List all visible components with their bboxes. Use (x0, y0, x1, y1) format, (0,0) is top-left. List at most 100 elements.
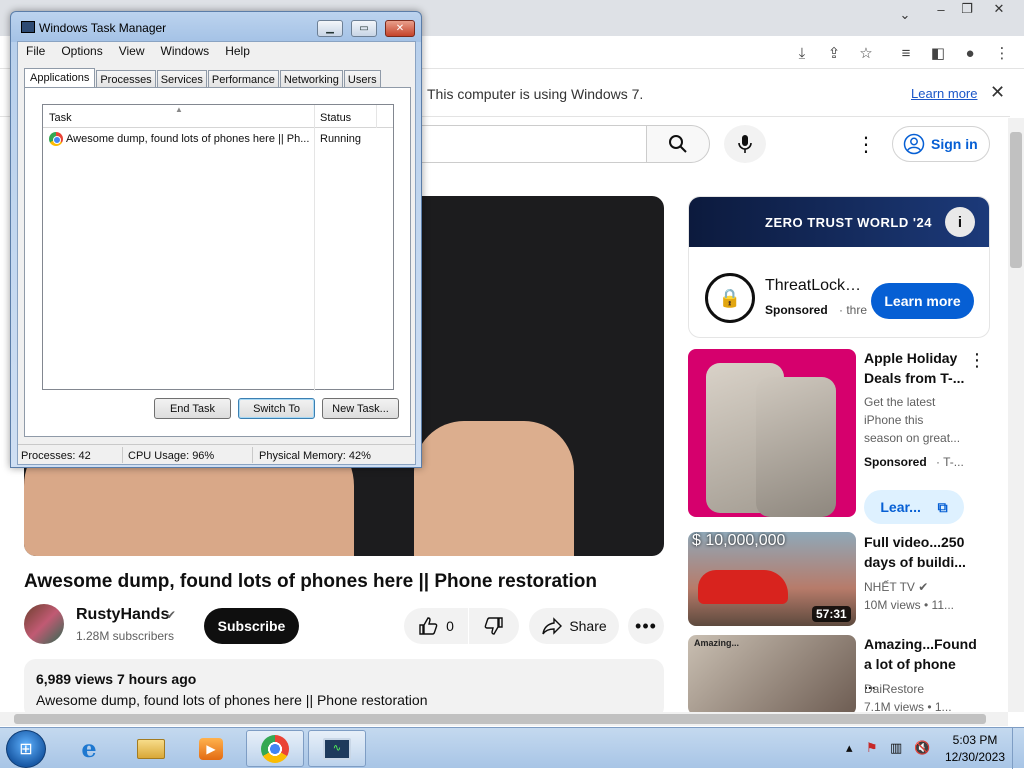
action-center-icon[interactable]: ⚑ (866, 740, 878, 756)
window-title: Windows Task Manager (39, 21, 167, 35)
reading-list-icon[interactable]: ≡ (896, 44, 916, 62)
download-icon[interactable]: ⤓ (792, 44, 812, 62)
phone-image (756, 377, 836, 517)
channel-name-text: NHẾT TV (864, 580, 915, 594)
horizontal-scroll-thumb[interactable] (14, 714, 986, 724)
end-task-button[interactable]: End Task (154, 398, 231, 419)
menu-options[interactable]: Options (53, 42, 110, 62)
avatar[interactable] (24, 604, 64, 644)
sort-arrow-icon: ▲ (175, 105, 183, 114)
recommendation-title[interactable]: Apple Holiday Deals from T-... (864, 348, 968, 388)
show-hidden-icons-icon[interactable]: ▴ (846, 740, 853, 756)
close-icon[interactable]: ✕ (990, 82, 1005, 103)
maximize-icon: ▭ (359, 23, 369, 34)
thumbnail-overlay-text: Amazing... (694, 638, 740, 648)
menu-file[interactable]: File (18, 42, 53, 62)
menu-view[interactable]: View (111, 42, 153, 62)
menu-help[interactable]: Help (217, 42, 258, 62)
process-count: Processes: 42 (21, 450, 91, 462)
description-box[interactable]: 6,989 views 7 hours ago Awesome dump, fo… (24, 659, 664, 719)
verified-icon: ✔ (166, 608, 177, 622)
status-divider (122, 447, 123, 463)
sponsored-ad-card[interactable]: ZERO TRUST WORLD '24 i 🔒 ThreatLock… Spo… (688, 196, 990, 338)
task-manager-window: Windows Task Manager ▁ ▭ ✕ File Options … (10, 11, 422, 468)
close-button[interactable]: ✕ (385, 20, 415, 37)
sign-in-button[interactable]: Sign in (892, 126, 990, 162)
recommendation-title[interactable]: Full video...250 days of buildi... (864, 532, 968, 572)
show-desktop-button[interactable] (1012, 728, 1024, 769)
cta-label: Lear... (880, 499, 921, 515)
channel-name[interactable]: NHẾT TV ✔ (864, 578, 928, 596)
recommendation-description: Get the latest iPhone this season on gre… (864, 395, 961, 445)
share-button[interactable]: Share (529, 608, 619, 644)
more-horiz-icon: ••• (635, 615, 657, 636)
learn-more-button[interactable]: Lear... ⧉ (864, 490, 964, 524)
explorer-icon[interactable] (122, 730, 180, 767)
star-icon[interactable]: ☆ (856, 44, 876, 62)
task-name: Awesome dump, found lots of phones here … (66, 133, 310, 145)
search-button[interactable] (646, 125, 710, 163)
switch-to-button[interactable]: Switch To (238, 398, 315, 419)
restore-icon[interactable]: ❐ (952, 0, 982, 18)
ad-banner: ZERO TRUST WORLD '24 i (689, 197, 989, 247)
advertiser-name: ThreatLock… (765, 277, 862, 294)
task-status: Running (320, 133, 361, 145)
more-vert-icon[interactable]: ⋮ (968, 350, 986, 371)
recommendation-thumbnail[interactable] (688, 349, 856, 517)
tab-applications[interactable]: Applications (24, 68, 96, 89)
tab-search-icon[interactable]: ⌄ (890, 6, 920, 24)
mic-icon (738, 135, 752, 153)
search-input[interactable] (410, 125, 646, 163)
advertiser-logo-icon: 🔒 (705, 273, 755, 323)
dislike-button[interactable] (469, 608, 519, 644)
channel-name[interactable]: RustyHands (76, 606, 169, 624)
ie-icon[interactable]: e (60, 730, 118, 767)
learn-more-button[interactable]: Learn more (871, 283, 974, 319)
duration-badge: 57:31 (812, 606, 851, 622)
column-header-task[interactable]: Task (49, 112, 72, 124)
views-and-date: 6,989 views 7 hours ago (36, 671, 197, 687)
vertical-scroll-thumb[interactable] (1010, 132, 1022, 268)
cpu-usage: CPU Usage: 96% (128, 450, 215, 462)
more-actions-button[interactable]: ••• (628, 608, 664, 644)
recommendation-thumbnail[interactable]: $ 10,000,000 57:31 (688, 532, 856, 626)
subscribe-button[interactable]: Subscribe (204, 608, 299, 644)
info-icon[interactable]: i (945, 207, 975, 237)
table-row[interactable]: Awesome dump, found lots of phones here … (47, 131, 392, 149)
media-player-icon[interactable]: ▶ (182, 730, 240, 767)
recommendation-thumbnail[interactable]: Amazing... (688, 635, 856, 715)
account-icon (903, 133, 925, 155)
clock-date[interactable]: 12/30/2023 (944, 750, 1006, 764)
task-manager-icon (21, 21, 35, 33)
channel-name[interactable]: DaiRestore (864, 680, 924, 698)
task-list[interactable]: ▲ Task Status Awesome dump, found lots o… (42, 104, 394, 391)
profile-icon[interactable]: ● (960, 44, 980, 62)
sign-in-label: Sign in (931, 136, 978, 152)
column-header-status[interactable]: Status (320, 112, 351, 124)
menu-windows[interactable]: Windows (153, 42, 218, 62)
maximize-button[interactable]: ▭ (351, 20, 377, 37)
share-label: Share (569, 618, 607, 634)
minimize-button[interactable]: ▁ (317, 20, 343, 37)
search-icon (669, 135, 687, 153)
view-count: 10M views • 11... (864, 598, 955, 612)
new-task-button[interactable]: New Task... (322, 398, 399, 419)
like-button[interactable]: 0 (404, 608, 468, 644)
chrome-icon[interactable] (246, 730, 304, 767)
sidepanel-icon[interactable]: ◧ (928, 44, 948, 62)
external-link-icon: ⧉ (937, 498, 948, 515)
subscriber-count: 1.28M subscribers (76, 629, 175, 643)
clock-time[interactable]: 5:03 PM (944, 733, 1006, 747)
settings-menu-icon[interactable]: ⋮ (856, 132, 876, 157)
learn-more-link[interactable]: Learn more (911, 86, 977, 101)
menu-icon[interactable]: ⋮ (992, 44, 1012, 62)
network-icon[interactable]: ▥ (890, 740, 902, 756)
volume-muted-icon[interactable]: 🔇 (914, 740, 930, 756)
share-icon[interactable]: ⇪ (824, 44, 844, 62)
verified-icon: ✔ (918, 580, 929, 594)
start-button[interactable]: ⊞ (6, 730, 46, 768)
task-manager-icon[interactable]: ∿ (308, 730, 366, 767)
voice-search-button[interactable] (724, 125, 766, 163)
column-divider[interactable] (376, 105, 377, 128)
close-window-icon[interactable]: ✕ (984, 0, 1014, 18)
